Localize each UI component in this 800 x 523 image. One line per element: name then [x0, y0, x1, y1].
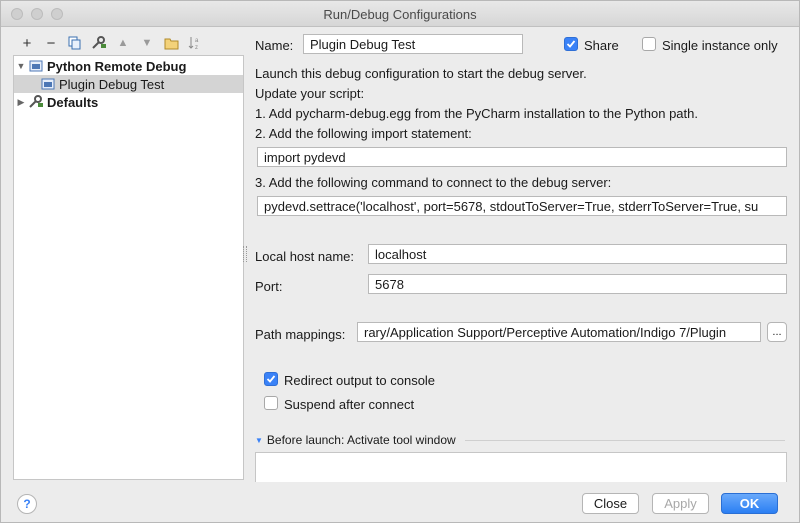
tree-item-plugin-debug-test[interactable]: Plugin Debug Test	[14, 75, 243, 93]
single-instance-checkbox[interactable]	[642, 37, 656, 51]
import-statement-field[interactable]: import pydevd	[257, 147, 787, 167]
before-launch-label: Before launch: Activate tool window	[266, 433, 456, 447]
settrace-command-field[interactable]: pydevd.settrace('localhost', port=5678, …	[257, 196, 787, 216]
wrench-icon[interactable]	[87, 34, 111, 52]
single-instance-label: Single instance only	[662, 38, 778, 53]
config-toolbar: + − ▲ ▼ az	[15, 34, 207, 52]
local-host-label: Local host name:	[255, 249, 355, 264]
local-host-field[interactable]: localhost	[368, 244, 787, 264]
ok-button[interactable]: OK	[721, 493, 778, 514]
path-mappings-browse-button[interactable]: ...	[767, 322, 787, 342]
name-label: Name:	[255, 38, 294, 53]
step-1-text: 1. Add pycharm-debug.egg from the PyChar…	[255, 106, 698, 121]
port-label: Port:	[255, 279, 283, 294]
path-mappings-label: Path mappings:	[255, 327, 346, 342]
move-up-icon[interactable]: ▲	[111, 34, 135, 52]
apply-button[interactable]: Apply	[652, 493, 709, 514]
window-title: Run/Debug Configurations	[323, 7, 477, 22]
remove-config-button[interactable]: −	[39, 34, 63, 52]
name-field[interactable]: Plugin Debug Test	[303, 34, 523, 54]
tree-group-python-remote-debug[interactable]: ▼ Python Remote Debug	[14, 57, 243, 75]
before-launch-divider	[465, 440, 785, 441]
svg-text:z: z	[195, 45, 198, 50]
step-2-text: 2. Add the following import statement:	[255, 126, 472, 141]
add-config-button[interactable]: +	[15, 34, 39, 52]
port-field[interactable]: 5678	[368, 274, 787, 294]
title-bar: Run/Debug Configurations	[1, 1, 799, 27]
intro-text-2: Update your script:	[255, 86, 365, 101]
path-mappings-field[interactable]: rary/Application Support/Perceptive Auto…	[357, 322, 761, 342]
copy-icon[interactable]	[63, 34, 87, 52]
suspend-after-connect-checkbox[interactable]	[264, 396, 278, 410]
tree-item-label: Plugin Debug Test	[59, 76, 165, 92]
step-3-text: 3. Add the following command to connect …	[255, 175, 612, 190]
svg-text:a: a	[195, 38, 199, 44]
tree-group-defaults[interactable]: ▶ Defaults	[14, 93, 243, 111]
python-config-icon	[40, 77, 56, 91]
config-tree: ▼ Python Remote Debug Plugin Debug Test …	[13, 55, 244, 480]
redirect-output-label: Redirect output to console	[284, 373, 436, 388]
run-debug-dialog: Run/Debug Configurations + − ▲ ▼ az ▼ Py…	[0, 0, 800, 523]
expand-right-icon[interactable]: ▶	[14, 97, 28, 108]
share-checkbox[interactable]	[564, 37, 578, 51]
suspend-after-connect-label: Suspend after connect	[284, 397, 415, 412]
before-launch-header[interactable]: ▼ Before launch: Activate tool window	[255, 433, 456, 447]
move-down-icon[interactable]: ▼	[135, 34, 159, 52]
intro-text-1: Launch this debug configuration to start…	[255, 66, 587, 81]
redirect-output-checkbox[interactable]	[264, 372, 278, 386]
wrench-icon	[28, 95, 44, 109]
tree-defaults-label: Defaults	[47, 94, 99, 110]
pane-splitter[interactable]	[243, 246, 247, 262]
python-remote-icon	[28, 59, 44, 73]
sort-icon[interactable]: az	[183, 34, 207, 52]
help-button[interactable]: ?	[17, 494, 37, 514]
close-button[interactable]: Close	[582, 493, 639, 514]
folder-icon[interactable]	[159, 34, 183, 52]
collapse-triangle-icon[interactable]: ▼	[255, 436, 263, 445]
expand-down-icon[interactable]: ▼	[14, 61, 28, 71]
tree-group-label: Python Remote Debug	[47, 58, 187, 74]
before-launch-task-list[interactable]	[255, 452, 787, 482]
share-label: Share	[584, 38, 619, 53]
